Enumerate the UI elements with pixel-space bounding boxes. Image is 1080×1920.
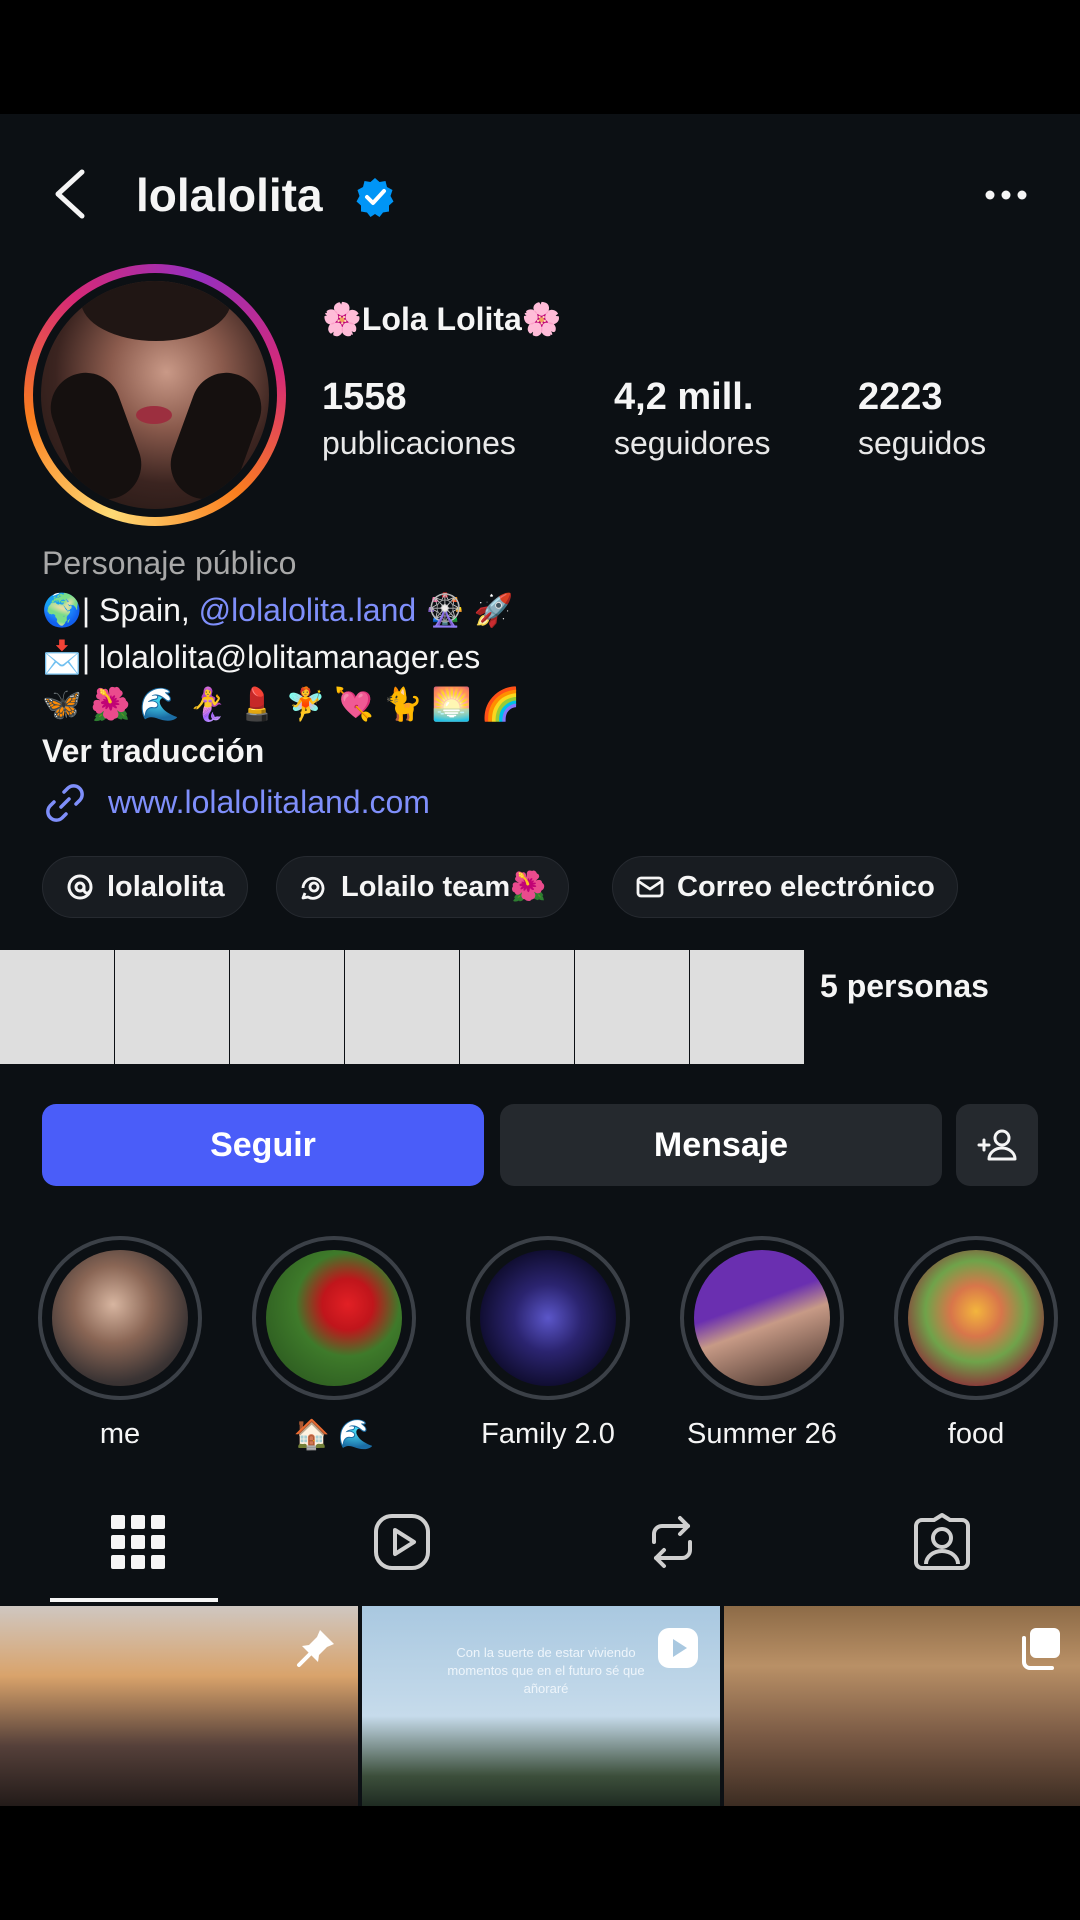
followed-by-text[interactable]: 5 personas — [820, 968, 989, 1005]
channel-chip-label: Lolailo team🌺 — [341, 871, 547, 903]
message-button[interactable]: Mensaje — [500, 1104, 942, 1186]
reposts-tab-icon[interactable] — [642, 1512, 702, 1572]
highlight-me[interactable]: me — [36, 1236, 204, 1451]
highlight-label: Summer 26 — [687, 1418, 837, 1450]
post-thumbnail[interactable]: Con la suerte de estar viviendo momentos… — [362, 1606, 720, 1806]
verified-badge-icon — [356, 178, 394, 217]
bio-line-emojis: 🦋 🌺 🌊 🧜‍♀️ 💄 🧚 💘 🐈 🌅 🌈 — [42, 686, 521, 722]
channel-icon — [301, 876, 325, 900]
highlight-summer[interactable]: Summer 26 — [678, 1236, 846, 1451]
channel-chip[interactable]: Lolailo team🌺 — [276, 856, 570, 918]
carousel-icon — [1022, 1628, 1060, 1670]
more-options-icon[interactable] — [984, 188, 1028, 202]
profile-screen: lolalolita 🌸Lola Lolita🌸 1558 publicacio… — [0, 114, 1080, 1806]
email-chip-label: Correo electrónico — [677, 870, 935, 903]
highlight-label: 🏠 🌊 — [293, 1419, 375, 1451]
highlight-label: food — [947, 1418, 1005, 1450]
highlight-cover — [908, 1250, 1044, 1386]
bio-location-text: 🌍| Spain, — [42, 592, 199, 628]
highlight-cover — [52, 1250, 188, 1386]
profile-avatar[interactable] — [24, 264, 286, 526]
reel-icon — [658, 1628, 698, 1668]
followers-count-value: 4,2 mill. — [614, 376, 754, 418]
highlight-label: Family 2.0 — [481, 1418, 615, 1450]
posts-count[interactable]: 1558 publicaciones — [322, 376, 516, 462]
bio-line-location: 🌍| Spain, @lolalolita.land 🎡 🚀 — [42, 587, 1042, 634]
highlight-label: me — [99, 1418, 141, 1450]
bio-line-email: 📩| lolalolita@lolitamanager.es — [42, 639, 481, 675]
profile-username: lolalolita — [136, 169, 323, 221]
link-icon — [46, 783, 84, 822]
pinned-icon — [297, 1630, 334, 1667]
suggested-users-button[interactable] — [956, 1104, 1038, 1186]
grid-tab-icon[interactable] — [108, 1512, 168, 1572]
bio-website-link[interactable]: www.lolalolitaland.com — [42, 779, 1042, 826]
threads-chip-label: lolalolita — [107, 870, 225, 903]
reels-tab-icon[interactable] — [372, 1512, 432, 1572]
add-person-icon — [977, 1129, 1017, 1161]
highlight-family[interactable]: Family 2.0 — [464, 1236, 632, 1451]
post-caption-overlay: Con la suerte de estar viviendo momentos… — [447, 1645, 645, 1696]
post-thumbnail[interactable] — [724, 1606, 1080, 1806]
tagged-tab-icon[interactable] — [912, 1512, 972, 1572]
highlight-home[interactable]: 🏠 🌊 — [250, 1236, 418, 1452]
active-tab-indicator — [50, 1598, 218, 1602]
back-arrow-icon[interactable] — [48, 164, 92, 224]
email-chip[interactable]: Correo electrónico — [612, 856, 958, 918]
threads-chip[interactable]: lolalolita — [42, 856, 248, 918]
profile-category: Personaje público — [42, 545, 297, 581]
highlight-cover — [266, 1250, 402, 1386]
followers-count[interactable]: 4,2 mill. seguidores — [614, 376, 771, 462]
highlight-cover — [694, 1250, 830, 1386]
posts-count-value: 1558 — [322, 376, 407, 418]
followers-count-label: seguidores — [614, 425, 771, 461]
following-count[interactable]: 2223 seguidos — [858, 376, 986, 462]
see-translation-link[interactable]: Ver traducción — [42, 728, 1042, 775]
following-count-label: seguidos — [858, 425, 987, 461]
following-count-value: 2223 — [858, 376, 943, 418]
bio-mention-link[interactable]: @lolalolita.land — [199, 592, 417, 628]
bio-location-emojis: 🎡 🚀 — [416, 592, 514, 628]
bio: Personaje público 🌍| Spain, @lolalolita.… — [42, 540, 1042, 826]
post-thumbnail[interactable] — [0, 1606, 358, 1806]
posts-count-label: publicaciones — [322, 425, 516, 461]
threads-icon — [67, 874, 93, 900]
display-name: 🌸Lola Lolita🌸 — [322, 301, 562, 337]
follow-button[interactable]: Seguir — [42, 1104, 484, 1186]
followed-by-redacted — [0, 950, 804, 1064]
avatar-photo — [41, 281, 269, 509]
website-url: www.lolalolitaland.com — [108, 784, 430, 820]
highlight-food[interactable]: food — [892, 1236, 1060, 1451]
highlight-cover — [480, 1250, 616, 1386]
mail-icon — [636, 876, 664, 898]
